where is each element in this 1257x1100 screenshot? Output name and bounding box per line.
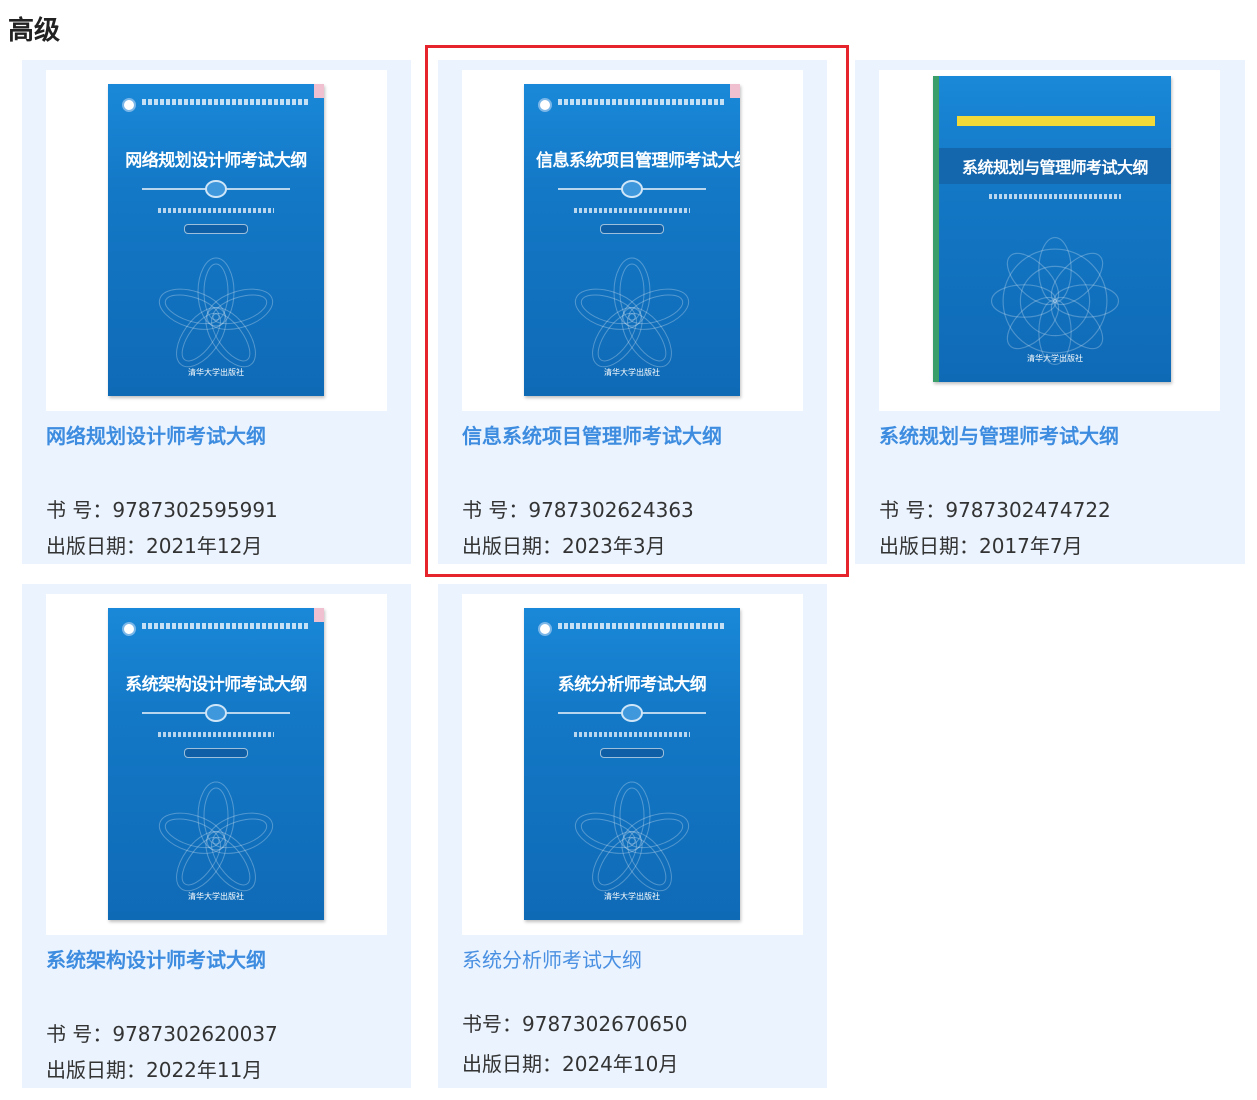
- cover-title: 信息系统项目管理师考试大纲: [536, 151, 740, 171]
- book-cover-image: 系统规划与管理师考试大纲 清华大学出版社: [933, 76, 1171, 382]
- flower-pattern-icon: [158, 781, 274, 892]
- isbn-line: 书 号：9787302620037: [46, 1018, 278, 1047]
- date-label: 出版日期：: [879, 534, 979, 558]
- book-title-link[interactable]: 网络规划设计师考试大纲: [46, 420, 266, 449]
- publisher-logo-icon: [538, 622, 552, 636]
- publisher-logo-icon: [538, 98, 552, 112]
- cover-publisher: 清华大学出版社: [604, 368, 660, 377]
- book-card[interactable]: 网络规划设计师考试大纲 清华大学出版社 网络规划设计师考试大纲 书 号：9787…: [22, 60, 411, 564]
- isbn-line: 书号：9787302670650: [462, 1008, 687, 1037]
- book-title-link[interactable]: 系统分析师考试大纲: [462, 944, 642, 973]
- book-cover-image: 信息系统项目管理师考试大纲 清华大学出版社: [524, 84, 740, 396]
- cover-title: 网络规划设计师考试大纲: [125, 151, 307, 171]
- book-card[interactable]: 系统规划与管理师考试大纲 清华大学出版社 系统规划与管理师考试大纲 书 号：97…: [855, 60, 1245, 564]
- date-line: 出版日期：2017年7月: [879, 530, 1083, 559]
- date-value: 2017年7月: [979, 534, 1083, 558]
- book-cover-image: 系统架构设计师考试大纲 清华大学出版社: [108, 608, 324, 920]
- book-card[interactable]: 系统架构设计师考试大纲 清华大学出版社 系统架构设计师考试大纲 书 号：9787…: [22, 584, 411, 1088]
- publisher-logo-icon: [122, 622, 136, 636]
- isbn-label: 书 号：: [462, 498, 529, 522]
- book-card[interactable]: 信息系统项目管理师考试大纲 清华大学出版社 信息系统项目管理师考试大纲 书 号：…: [438, 60, 827, 564]
- date-line: 出版日期：2024年10月: [462, 1048, 678, 1077]
- cover-title: 系统架构设计师考试大纲: [125, 675, 307, 695]
- isbn-label: 书 号：: [46, 498, 113, 522]
- isbn-line: 书 号：9787302624363: [462, 494, 694, 523]
- date-label: 出版日期：: [46, 1058, 146, 1082]
- flower-pattern-icon: [574, 257, 690, 368]
- cover-publisher: 清华大学出版社: [188, 892, 244, 901]
- book-title-link[interactable]: 系统规划与管理师考试大纲: [879, 420, 1119, 449]
- isbn-line: 书 号：9787302595991: [46, 494, 278, 523]
- book-cover[interactable]: 系统规划与管理师考试大纲 清华大学出版社: [879, 70, 1220, 411]
- book-cover[interactable]: 信息系统项目管理师考试大纲 清华大学出版社: [462, 70, 803, 411]
- date-value: 2023年3月: [562, 534, 666, 558]
- cover-publisher: 清华大学出版社: [604, 892, 660, 901]
- book-card[interactable]: 系统分析师考试大纲 清华大学出版社 系统分析师考试大纲 书号：978730267…: [438, 584, 827, 1088]
- book-cover[interactable]: 系统架构设计师考试大纲 清华大学出版社: [46, 594, 387, 935]
- flower-pattern-icon: [158, 257, 274, 368]
- cover-publisher: 清华大学出版社: [188, 368, 244, 377]
- date-line: 出版日期：2023年3月: [462, 530, 666, 559]
- date-label: 出版日期：: [462, 1052, 562, 1076]
- isbn-label: 书 号：: [879, 498, 946, 522]
- book-title-link[interactable]: 系统架构设计师考试大纲: [46, 944, 266, 973]
- isbn-value: 9787302474722: [945, 498, 1111, 522]
- cover-publisher: 清华大学出版社: [1027, 354, 1083, 363]
- isbn-value: 9787302620037: [112, 1022, 278, 1046]
- book-title-link[interactable]: 信息系统项目管理师考试大纲: [462, 420, 722, 449]
- book-cover[interactable]: 网络规划设计师考试大纲 清华大学出版社: [46, 70, 387, 411]
- level-badge-icon: [621, 704, 643, 722]
- level-badge-icon: [205, 180, 227, 198]
- date-line: 出版日期：2021年12月: [46, 530, 262, 559]
- isbn-value: 9787302670650: [522, 1012, 688, 1036]
- date-value: 2024年10月: [562, 1052, 679, 1076]
- section-title: 高级: [8, 16, 61, 46]
- isbn-line: 书 号：9787302474722: [879, 494, 1111, 523]
- date-label: 出版日期：: [46, 534, 146, 558]
- level-badge-icon: [205, 704, 227, 722]
- isbn-label: 书 号：: [46, 1022, 113, 1046]
- cover-title: 系统规划与管理师考试大纲: [939, 148, 1171, 184]
- date-value: 2021年12月: [146, 534, 263, 558]
- flower-pattern-icon: [574, 781, 690, 892]
- date-value: 2022年11月: [146, 1058, 263, 1082]
- isbn-value: 9787302595991: [112, 498, 278, 522]
- publisher-logo-icon: [122, 98, 136, 112]
- isbn-label: 书号：: [462, 1012, 522, 1036]
- book-cover-image: 系统分析师考试大纲 清华大学出版社: [524, 608, 740, 920]
- book-cover[interactable]: 系统分析师考试大纲 清华大学出版社: [462, 594, 803, 935]
- isbn-value: 9787302624363: [528, 498, 694, 522]
- date-line: 出版日期：2022年11月: [46, 1054, 262, 1083]
- cover-title: 系统分析师考试大纲: [557, 675, 707, 695]
- book-cover-image: 网络规划设计师考试大纲 清华大学出版社: [108, 84, 324, 396]
- date-label: 出版日期：: [462, 534, 562, 558]
- level-badge-icon: [621, 180, 643, 198]
